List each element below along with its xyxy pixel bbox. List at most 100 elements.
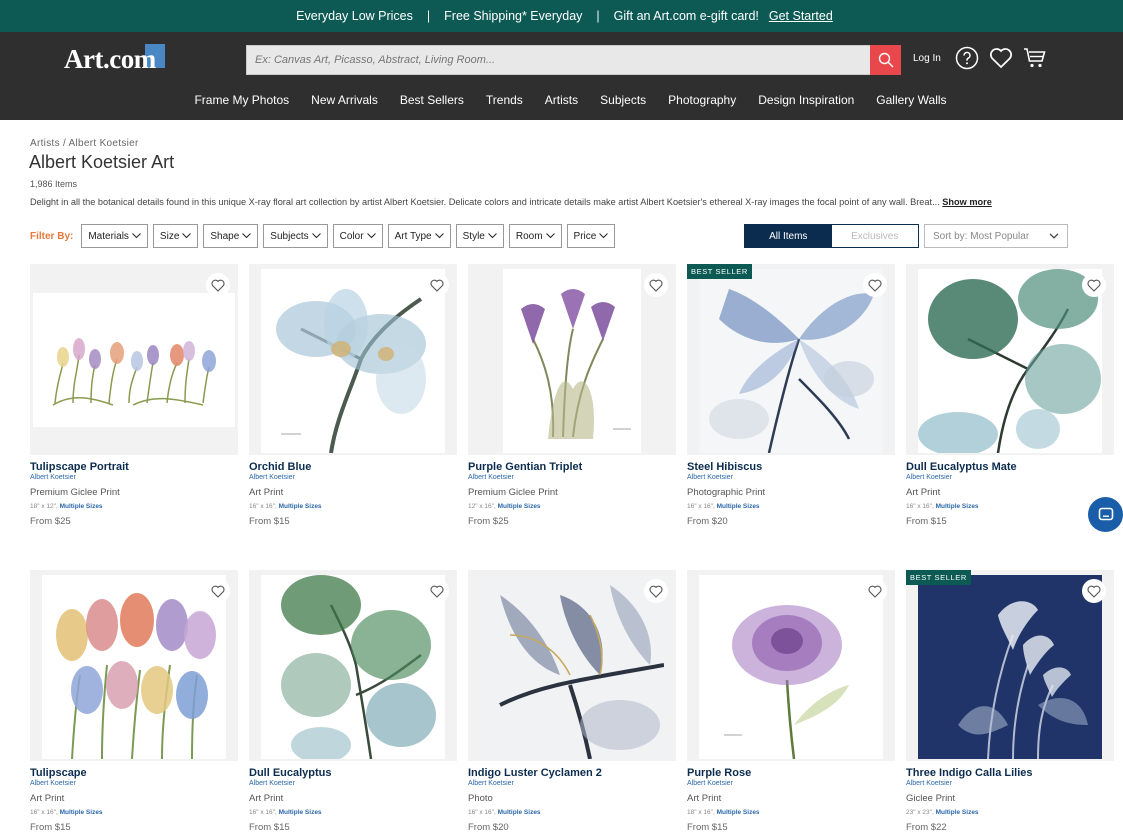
favorite-button[interactable] bbox=[1082, 273, 1106, 297]
show-more-link[interactable]: Show more bbox=[942, 197, 992, 207]
product-title[interactable]: Orchid Blue bbox=[249, 461, 457, 473]
product-card[interactable]: Dull Eucalyptus Mate Albert Koetsier Art… bbox=[906, 264, 1114, 570]
help-icon[interactable] bbox=[955, 46, 979, 70]
favorite-button[interactable] bbox=[206, 579, 230, 603]
product-card[interactable]: BEST SELLER Steel Hibiscus Albert Koetsi… bbox=[687, 264, 895, 570]
multiple-sizes-link[interactable]: Multiple Sizes bbox=[936, 503, 979, 510]
product-artist[interactable]: Albert Koetsier bbox=[468, 474, 676, 481]
product-title[interactable]: Purple Rose bbox=[687, 767, 895, 779]
product-card[interactable]: Purple Gentian Triplet Albert Koetsier P… bbox=[468, 264, 676, 570]
nav-artists[interactable]: Artists bbox=[545, 93, 578, 107]
nav-subjects[interactable]: Subjects bbox=[600, 93, 646, 107]
multiple-sizes-link[interactable]: Multiple Sizes bbox=[498, 809, 541, 816]
product-image[interactable]: BEST SELLER bbox=[906, 570, 1114, 761]
product-artist[interactable]: Albert Koetsier bbox=[906, 474, 1114, 481]
multiple-sizes-link[interactable]: Multiple Sizes bbox=[279, 503, 322, 510]
product-type: Premium Giclee Print bbox=[30, 487, 120, 498]
favorite-button[interactable] bbox=[644, 273, 668, 297]
multiple-sizes-link[interactable]: Multiple Sizes bbox=[279, 809, 322, 816]
product-title[interactable]: Tulipscape Portrait bbox=[30, 461, 238, 473]
product-card[interactable]: Purple Rose Albert Koetsier Art Print 18… bbox=[687, 570, 895, 839]
nav-photography[interactable]: Photography bbox=[668, 93, 736, 107]
product-artist[interactable]: Albert Koetsier bbox=[249, 474, 457, 481]
nav-design-inspiration[interactable]: Design Inspiration bbox=[758, 93, 854, 107]
product-title[interactable]: Indigo Luster Cyclamen 2 bbox=[468, 767, 676, 779]
site-header: Art.com Log In Frame My Photos New Arriv… bbox=[0, 32, 1123, 120]
favorites-heart-icon[interactable] bbox=[989, 47, 1013, 69]
nav-frame-my-photos[interactable]: Frame My Photos bbox=[194, 93, 289, 107]
product-title[interactable]: Three Indigo Calla Lilies bbox=[906, 767, 1114, 779]
product-title[interactable]: Dull Eucalyptus Mate bbox=[906, 461, 1114, 473]
product-image[interactable] bbox=[906, 264, 1114, 455]
filter-style[interactable]: Style bbox=[455, 224, 504, 248]
nav-gallery-walls[interactable]: Gallery Walls bbox=[876, 93, 946, 107]
cart-icon[interactable] bbox=[1023, 47, 1047, 69]
size-text: 23" x 23" bbox=[906, 809, 932, 816]
favorite-button[interactable] bbox=[206, 273, 230, 297]
size-text: 16" x 16" bbox=[906, 503, 932, 510]
multiple-sizes-link[interactable]: Multiple Sizes bbox=[717, 503, 760, 510]
artist-description: Delight in all the botanical details fou… bbox=[30, 197, 1100, 207]
multiple-sizes-link[interactable]: Multiple Sizes bbox=[936, 809, 979, 816]
product-artist[interactable]: Albert Koetsier bbox=[687, 780, 895, 787]
nav-new-arrivals[interactable]: New Arrivals bbox=[311, 93, 378, 107]
product-title[interactable]: Tulipscape bbox=[30, 767, 238, 779]
product-artist[interactable]: Albert Koetsier bbox=[30, 474, 238, 481]
product-card[interactable]: BEST SELLER Three Indigo Calla Lilies Al… bbox=[906, 570, 1114, 839]
product-image[interactable] bbox=[249, 570, 457, 761]
favorite-button[interactable] bbox=[425, 579, 449, 603]
tulipscape-artwork bbox=[56, 593, 216, 759]
search-button[interactable] bbox=[870, 45, 901, 75]
multiple-sizes-link[interactable]: Multiple Sizes bbox=[60, 809, 103, 816]
product-image[interactable] bbox=[249, 264, 457, 455]
favorite-button[interactable] bbox=[425, 273, 449, 297]
multiple-sizes-link[interactable]: Multiple Sizes bbox=[717, 809, 760, 816]
nav-best-sellers[interactable]: Best Sellers bbox=[400, 93, 464, 107]
filter-room[interactable]: Room bbox=[508, 224, 562, 248]
nav-trends[interactable]: Trends bbox=[486, 93, 523, 107]
filter-price[interactable]: Price bbox=[566, 224, 616, 248]
product-artist[interactable]: Albert Koetsier bbox=[906, 780, 1114, 787]
filter-shape[interactable]: Shape bbox=[203, 224, 259, 248]
filter-subjects[interactable]: Subjects bbox=[263, 224, 328, 248]
product-card[interactable]: Tulipscape Portrait Albert Koetsier Prem… bbox=[30, 264, 238, 570]
product-image[interactable] bbox=[30, 570, 238, 761]
breadcrumb[interactable]: Artists / Albert Koetsier bbox=[30, 138, 139, 149]
product-card[interactable]: Tulipscape Albert Koetsier Art Print 16"… bbox=[30, 570, 238, 839]
product-artist[interactable]: Albert Koetsier bbox=[30, 780, 238, 787]
search-input[interactable] bbox=[247, 46, 871, 74]
chat-button[interactable] bbox=[1088, 497, 1123, 532]
product-card[interactable]: Orchid Blue Albert Koetsier Art Print 16… bbox=[249, 264, 457, 570]
product-price: From $20 bbox=[687, 516, 728, 527]
site-logo[interactable]: Art.com bbox=[64, 44, 165, 80]
product-image[interactable]: BEST SELLER bbox=[687, 264, 895, 455]
product-artist[interactable]: Albert Koetsier bbox=[468, 780, 676, 787]
all-items-tab[interactable]: All Items bbox=[745, 225, 832, 247]
product-image[interactable] bbox=[30, 264, 238, 455]
multiple-sizes-link[interactable]: Multiple Sizes bbox=[60, 503, 103, 510]
product-title[interactable]: Purple Gentian Triplet bbox=[468, 461, 676, 473]
exclusives-tab[interactable]: Exclusives bbox=[832, 225, 919, 247]
favorite-button[interactable] bbox=[863, 273, 887, 297]
product-artist[interactable]: Albert Koetsier bbox=[687, 474, 895, 481]
favorite-button[interactable] bbox=[1082, 579, 1106, 603]
filter-color[interactable]: Color bbox=[332, 224, 383, 248]
product-price: From $20 bbox=[468, 822, 509, 833]
product-artist[interactable]: Albert Koetsier bbox=[249, 780, 457, 787]
favorite-button[interactable] bbox=[863, 579, 887, 603]
product-card[interactable]: Dull Eucalyptus Albert Koetsier Art Prin… bbox=[249, 570, 457, 839]
sort-dropdown[interactable]: Sort by: Most Popular bbox=[924, 224, 1068, 248]
get-started-link[interactable]: Get Started bbox=[765, 9, 833, 23]
filter-materials[interactable]: Materials bbox=[81, 224, 148, 248]
product-image[interactable] bbox=[468, 570, 676, 761]
product-card[interactable]: Indigo Luster Cyclamen 2 Albert Koetsier… bbox=[468, 570, 676, 839]
product-image[interactable] bbox=[468, 264, 676, 455]
favorite-button[interactable] bbox=[644, 579, 668, 603]
product-image[interactable] bbox=[687, 570, 895, 761]
filter-art-type[interactable]: Art Type bbox=[387, 224, 451, 248]
multiple-sizes-link[interactable]: Multiple Sizes bbox=[498, 503, 541, 510]
login-link[interactable]: Log In bbox=[913, 53, 941, 64]
product-title[interactable]: Steel Hibiscus bbox=[687, 461, 895, 473]
filter-size[interactable]: Size bbox=[152, 224, 199, 248]
product-title[interactable]: Dull Eucalyptus bbox=[249, 767, 457, 779]
